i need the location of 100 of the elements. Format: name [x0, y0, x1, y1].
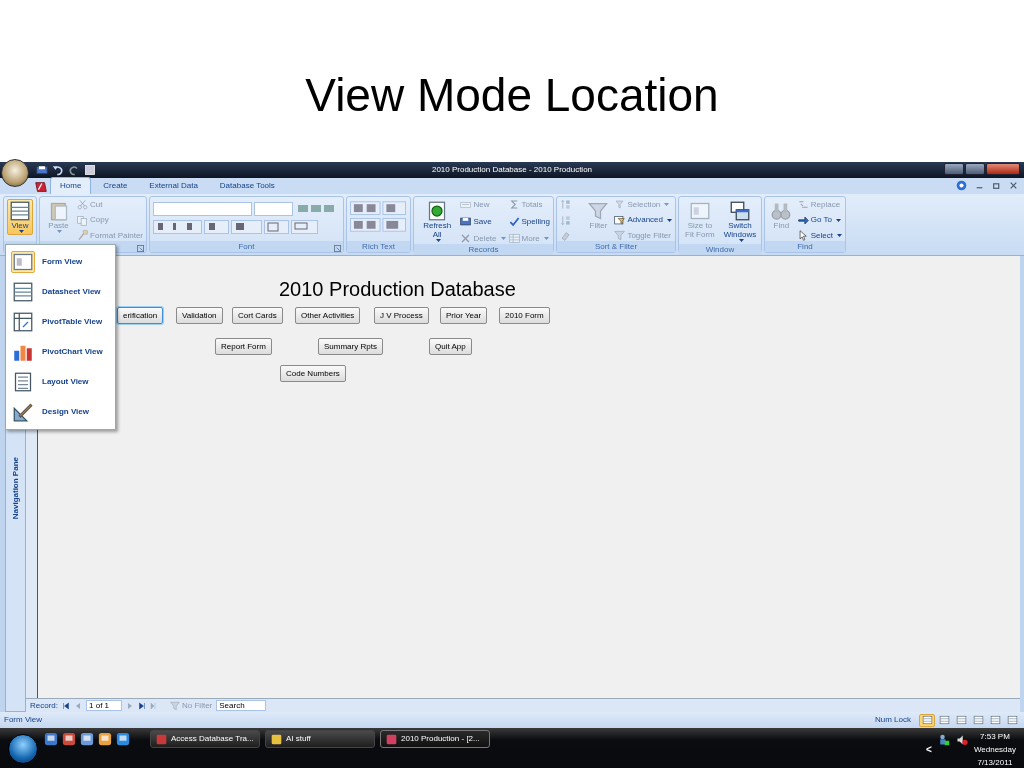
- record-number-field[interactable]: 1 of 1: [86, 700, 122, 711]
- form-button[interactable]: Code Numbers: [280, 365, 346, 382]
- brush-icon: [77, 230, 89, 241]
- clock-date: 7/13/2011: [977, 757, 1013, 768]
- ribbon-button[interactable]: Select: [797, 230, 842, 241]
- browser-icon[interactable]: [116, 732, 130, 746]
- taskbar-button[interactable]: 2010 Production - [2...: [380, 730, 490, 748]
- filter-icon: [170, 700, 180, 711]
- delete-icon: [460, 233, 472, 244]
- group-label: Window: [705, 243, 735, 256]
- rich-text-controls-drawing: [350, 199, 407, 233]
- form-button[interactable]: erification: [117, 307, 164, 324]
- ribbon-button[interactable]: Advanced: [614, 214, 672, 226]
- layout-icon: [13, 372, 33, 392]
- binoculars-icon: [771, 201, 792, 221]
- network-icon: [937, 734, 950, 746]
- form-title: 2010 Production Database: [279, 277, 516, 302]
- group-label: Rich Text: [362, 240, 395, 253]
- speaker-muted-icon: [955, 734, 968, 746]
- sigma-icon: [508, 199, 520, 210]
- first-record-icon: [62, 701, 70, 710]
- mail-icon[interactable]: [62, 732, 76, 746]
- cursor-icon: [797, 230, 809, 241]
- ribbon-tab[interactable]: External Data: [139, 177, 208, 194]
- form-button[interactable]: Other Activities: [295, 307, 361, 324]
- table-icon: [508, 233, 520, 244]
- ribbon-button[interactable]: Save: [460, 216, 506, 227]
- arrow-icon: [797, 214, 809, 226]
- ribbon-button[interactable]: View: [7, 199, 33, 235]
- form-button[interactable]: J V Process: [374, 307, 429, 324]
- clipboard-icon: [48, 201, 69, 221]
- filter-icon: [588, 201, 609, 221]
- scissors-icon: [77, 199, 89, 210]
- group-label: Sort & Filter: [594, 240, 638, 253]
- undo-icon: [52, 164, 64, 176]
- ribbon-button[interactable]: Switch Windows: [720, 199, 760, 244]
- datasheet-icon: [10, 201, 30, 221]
- pivot-table-icon: [13, 312, 33, 332]
- num-lock-indicator: Num Lock: [875, 714, 911, 726]
- sort-descending-icon: [560, 214, 571, 226]
- taskbar-button[interactable]: AI stuff: [265, 730, 375, 748]
- form-button[interactable]: Prior Year: [440, 307, 488, 324]
- office-button[interactable]: [1, 159, 29, 187]
- record-label: Record:: [30, 699, 58, 712]
- save-icon: [36, 164, 48, 176]
- restore-icon: [992, 181, 1001, 190]
- copy-icon: [77, 214, 89, 226]
- ruler-pencil-icon: [13, 402, 33, 422]
- navigation-pane-label: Navigation Pane: [9, 457, 21, 520]
- ribbon-button[interactable]: Refresh All: [417, 199, 458, 244]
- desktop-icon[interactable]: [44, 732, 58, 746]
- ribbon-tab[interactable]: Database Tools: [209, 177, 285, 194]
- clock-time: 7:53 PM: [980, 731, 1010, 743]
- save-icon: [460, 216, 472, 227]
- spell-check-icon: [508, 216, 520, 227]
- last-record-icon: [138, 701, 146, 710]
- form-icon: [13, 252, 33, 272]
- form-button[interactable]: Validation: [176, 307, 223, 324]
- close-icon: [1009, 181, 1018, 190]
- clock-day: Wednesday: [973, 743, 1016, 756]
- ribbon-button[interactable]: Spelling: [508, 216, 550, 227]
- window-title: 2010 Production Database - 2010 Production: [431, 165, 593, 174]
- form-icon: [689, 201, 710, 221]
- chat-icon[interactable]: [98, 732, 112, 746]
- view-icon: [84, 164, 96, 176]
- group-label: Font: [238, 240, 255, 253]
- sort-ascending-icon: [560, 199, 571, 210]
- minimize-button[interactable]: [944, 163, 964, 175]
- form-button[interactable]: 2010 Form: [499, 307, 550, 324]
- datasheet-icon: [13, 282, 33, 302]
- form-button[interactable]: Report Form: [215, 338, 272, 355]
- calendar-icon[interactable]: [80, 732, 94, 746]
- new-record-icon: [460, 199, 472, 210]
- group-label: Records: [468, 243, 499, 256]
- form-button[interactable]: Summary Rpts: [318, 338, 383, 355]
- slide-title: View Mode Location: [305, 68, 719, 124]
- windows-icon: [730, 201, 750, 221]
- ribbon-tab[interactable]: Create: [93, 177, 138, 194]
- ribbon-tab[interactable]: Home: [50, 177, 92, 194]
- replace-icon: [797, 199, 809, 210]
- refresh-icon: [427, 201, 448, 221]
- redo-icon: [68, 164, 80, 176]
- show-hidden-icons-button[interactable]: <: [926, 742, 932, 757]
- access-icon: [34, 180, 48, 194]
- form-button[interactable]: Quit App: [429, 338, 472, 355]
- app-icon: [271, 733, 282, 745]
- dialog-launcher-icon[interactable]: [334, 245, 341, 253]
- status-text: Form View: [4, 714, 43, 726]
- ribbon-button[interactable]: Go To: [797, 214, 842, 226]
- selection-filter-icon: [614, 199, 626, 210]
- advanced-filter-icon: [614, 214, 626, 226]
- start-button[interactable]: [8, 734, 38, 764]
- taskbar-button[interactable]: Access Database Tra...: [150, 730, 260, 748]
- app-icon: [386, 733, 397, 745]
- search-field[interactable]: Search: [216, 700, 267, 711]
- close-button[interactable]: [986, 163, 1020, 175]
- form-button[interactable]: Cort Cards: [232, 307, 283, 324]
- help-icon: [956, 180, 967, 191]
- dialog-launcher-icon[interactable]: [137, 245, 144, 253]
- maximize-button[interactable]: [965, 163, 985, 175]
